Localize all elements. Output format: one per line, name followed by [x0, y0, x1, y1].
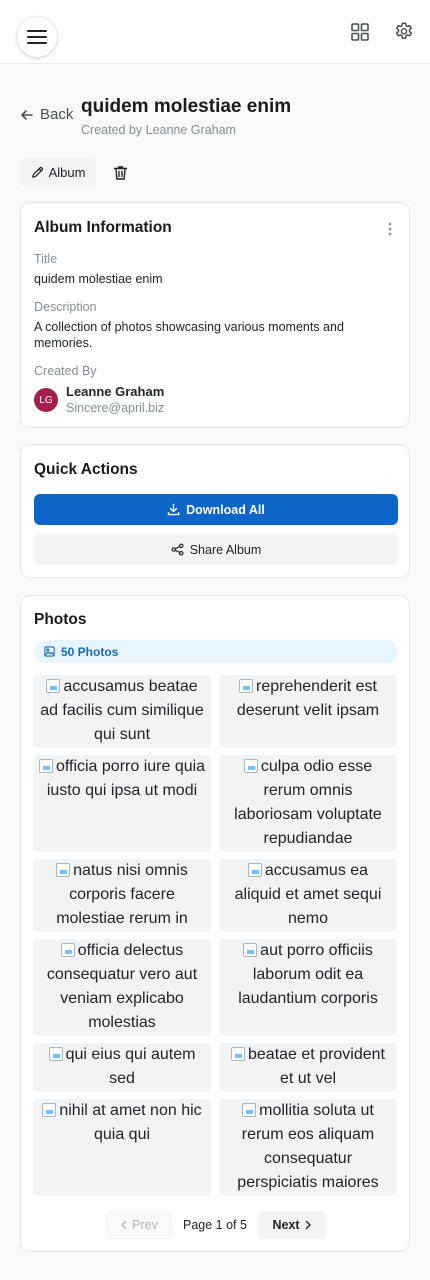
created-by-label: Created By	[34, 364, 97, 378]
broken-image-icon	[56, 863, 71, 877]
chevron-left-icon	[121, 1220, 127, 1230]
photo-thumbnail[interactable]: nihil at amet non hic quia qui	[33, 1099, 211, 1195]
album-info-card: Album Information Title quidem molestiae…	[20, 202, 410, 428]
photo-thumbnail[interactable]: accusamus ea aliquid et amet sequi nemo	[219, 859, 397, 931]
page-header: Back quidem molestiae enim Created by Le…	[20, 96, 410, 142]
broken-image-icon	[242, 1103, 257, 1117]
share-icon	[171, 543, 184, 556]
broken-image-icon	[243, 943, 258, 957]
photo-thumbnail[interactable]: culpa odio esse rerum omnis laboriosam v…	[219, 755, 397, 851]
title-value: quidem molestiae enim	[34, 272, 163, 286]
broken-image-icon	[46, 679, 61, 693]
share-album-label: Share Album	[189, 542, 262, 557]
photo-thumbnail[interactable]: accusamus beatae ad facilis cum similiqu…	[33, 675, 211, 747]
photo-thumbnail[interactable]: officia delectus consequatur vero aut ve…	[33, 939, 211, 1035]
pencil-icon	[31, 166, 43, 178]
arrow-left-icon	[21, 109, 33, 120]
page-subtitle: Created by Leanne Graham	[81, 123, 236, 137]
photo-alt-text: reprehenderit est deserunt velit ipsam	[236, 678, 380, 719]
photo-alt-text: natus nisi omnis corporis facere molesti…	[56, 862, 188, 927]
photo-thumbnail[interactable]: mollitia soluta ut rerum eos aliquam con…	[219, 1099, 397, 1195]
share-album-button[interactable]: Share Album	[34, 534, 398, 565]
creator-email: Sincere@april.biz	[66, 401, 165, 415]
chevron-right-icon	[305, 1220, 311, 1230]
broken-image-icon	[231, 1047, 245, 1061]
menu-button[interactable]	[17, 17, 57, 57]
photo-count-badge: 50 Photos	[34, 640, 398, 663]
next-page-button[interactable]: Next	[258, 1211, 326, 1239]
edit-album-button[interactable]: Album	[20, 158, 96, 187]
download-icon	[167, 503, 180, 516]
edit-album-label: Album	[48, 165, 86, 180]
broken-image-icon	[243, 759, 258, 773]
photo-alt-text: accusamus beatae ad facilis cum similiqu…	[40, 678, 204, 743]
photo-alt-text: officia porro iure quia iusto qui ipsa u…	[46, 758, 206, 799]
quick-actions-card: Quick Actions Download All Share Album	[20, 444, 410, 578]
photo-alt-text: qui eius qui autem sed	[65, 1046, 196, 1087]
back-link[interactable]: Back	[20, 106, 73, 123]
photo-count-label: 50 Photos	[61, 644, 119, 659]
grid-icon	[351, 23, 369, 41]
page-title: quidem molestiae enim	[81, 96, 292, 117]
broken-image-icon	[60, 943, 75, 957]
broken-image-icon	[48, 1047, 63, 1061]
delete-album-button[interactable]	[108, 161, 132, 185]
photo-thumbnail[interactable]: qui eius qui autem sed	[33, 1043, 211, 1091]
title-label: Title	[34, 252, 58, 266]
photos-card: Photos 50 Photos accusamus beatae ad fac…	[20, 595, 410, 1252]
broken-image-icon	[239, 679, 254, 693]
description-value: A collection of photos showcasing variou…	[34, 320, 344, 350]
kebab-icon	[388, 222, 392, 236]
download-all-label: Download All	[186, 502, 265, 517]
gear-icon	[395, 22, 413, 39]
top-bar	[0, 0, 430, 64]
photo-thumbnail[interactable]: reprehenderit est deserunt velit ipsam	[219, 675, 397, 747]
photo-thumbnail[interactable]: natus nisi omnis corporis facere molesti…	[33, 859, 211, 931]
photos-heading: Photos	[34, 611, 87, 628]
settings-button[interactable]	[392, 20, 416, 44]
prev-page-button[interactable]: Prev	[106, 1211, 172, 1239]
photo-thumbnail[interactable]: beatae et provident et ut vel	[219, 1043, 397, 1091]
creator-name: Leanne Graham	[66, 384, 165, 399]
image-icon	[44, 646, 55, 657]
broken-image-icon	[38, 759, 53, 773]
download-all-button[interactable]: Download All	[34, 494, 398, 525]
description-label: Description	[34, 300, 97, 314]
photo-alt-text: aut porro officiis laborum odit ea lauda…	[238, 942, 378, 1007]
page-indicator: Page 1 of 5	[183, 1218, 247, 1232]
broken-image-icon	[42, 1103, 57, 1117]
album-info-heading: Album Information	[34, 219, 172, 236]
photo-alt-text: beatae et provident et ut vel	[248, 1046, 385, 1087]
pagination: Prev Page 1 of 5 Next	[21, 1211, 411, 1239]
photo-thumbnail[interactable]: aut porro officiis laborum odit ea lauda…	[219, 939, 397, 1035]
photo-alt-text: nihil at amet non hic quia qui	[59, 1102, 202, 1143]
hamburger-icon	[27, 30, 47, 44]
trash-icon	[113, 166, 127, 180]
quick-actions-heading: Quick Actions	[34, 461, 138, 478]
broken-image-icon	[247, 863, 262, 877]
grid-view-button[interactable]	[348, 20, 372, 44]
next-page-label: Next	[272, 1218, 300, 1232]
photo-thumbnail[interactable]: officia porro iure quia iusto qui ipsa u…	[33, 755, 211, 851]
back-label: Back	[40, 106, 74, 123]
more-options-button[interactable]	[385, 221, 395, 237]
photo-alt-text: mollitia soluta ut rerum eos aliquam con…	[237, 1102, 379, 1191]
avatar: LG	[34, 388, 58, 412]
prev-page-label: Prev	[132, 1218, 158, 1232]
